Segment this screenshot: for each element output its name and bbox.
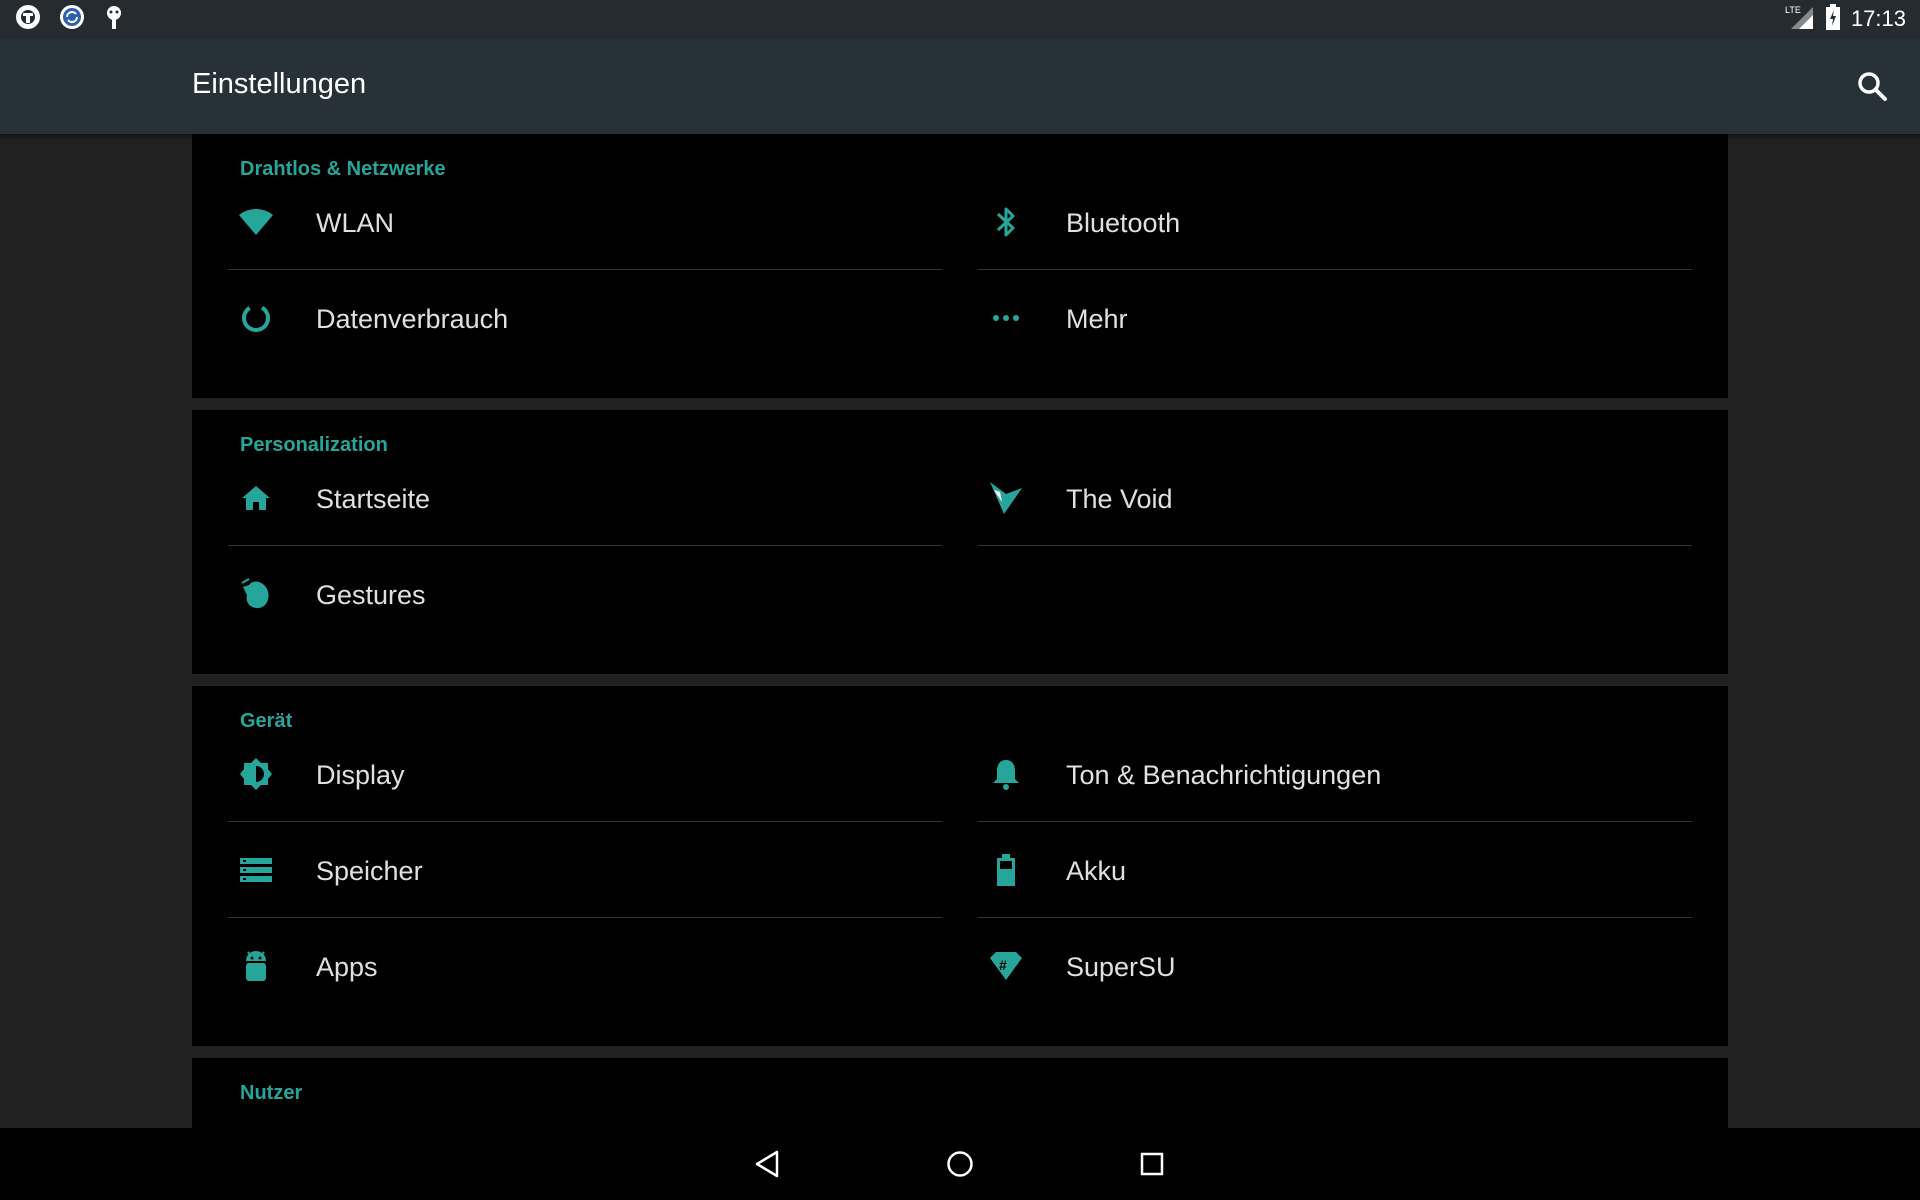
settings-item-gestures[interactable]: Gestures	[228, 546, 942, 642]
settings-item-supersu[interactable]: # SuperSU	[978, 918, 1692, 1014]
gestures-icon	[238, 576, 274, 612]
navigation-bar	[0, 1128, 1920, 1200]
storage-icon	[238, 852, 274, 888]
settings-item-more[interactable]: Mehr	[978, 270, 1692, 366]
settings-item-bluetooth[interactable]: Bluetooth	[978, 174, 1692, 270]
signal-icon: LTE	[1785, 3, 1815, 36]
bell-icon	[988, 756, 1024, 792]
android-icon	[238, 948, 274, 984]
notification-app-icon	[14, 3, 42, 36]
home-nav-button[interactable]	[936, 1140, 984, 1188]
settings-item-apps[interactable]: Apps	[228, 918, 942, 1014]
battery-icon	[988, 852, 1024, 888]
data-usage-icon	[238, 300, 274, 336]
status-time: 17:13	[1850, 6, 1906, 31]
settings-item-label: Ton & Benachrichtigungen	[1066, 760, 1382, 790]
bluetooth-icon	[988, 204, 1024, 240]
settings-item-label: Gestures	[316, 580, 426, 610]
settings-item-label: Mehr	[1066, 304, 1128, 334]
settings-item-label: Startseite	[316, 484, 431, 514]
network-label: LTE	[1785, 5, 1801, 15]
settings-list[interactable]: Drahtlos & Netzwerke WLAN Bluetooth Date…	[0, 134, 1920, 1128]
settings-item-label: Display	[316, 760, 405, 790]
page-title: Einstellungen	[192, 68, 367, 100]
search-button[interactable]	[1848, 62, 1896, 110]
settings-item-battery[interactable]: Akku	[978, 822, 1692, 918]
svg-text:#: #	[999, 957, 1007, 973]
section-device: Gerät Display Ton & Benachrichtigungen S…	[192, 686, 1728, 1046]
back-icon	[755, 1150, 779, 1178]
settings-item-the-void[interactable]: The Void	[978, 450, 1692, 546]
settings-item-label: Speicher	[316, 856, 423, 886]
settings-item-wlan[interactable]: WLAN	[228, 174, 942, 270]
status-bar-system: LTE 17:13	[1785, 3, 1920, 36]
battery-status-icon	[1825, 3, 1841, 35]
back-button[interactable]	[744, 1140, 792, 1188]
recents-icon	[1140, 1152, 1164, 1176]
supersu-icon: #	[988, 948, 1024, 984]
settings-item-label: Datenverbrauch	[316, 304, 509, 334]
settings-item-sound-notifications[interactable]: Ton & Benachrichtigungen	[978, 726, 1692, 822]
sync-app-icon	[58, 3, 86, 36]
section-title: Nutzer	[240, 1082, 303, 1104]
settings-item-label: The Void	[1066, 484, 1173, 514]
status-bar: LTE 17:13	[0, 0, 1920, 38]
app-bar: Einstellungen	[0, 38, 1920, 134]
settings-item-label: Apps	[316, 952, 378, 982]
section-personalization: Personalization Startseite The Void Gest…	[192, 410, 1728, 674]
status-bar-notifications	[0, 3, 126, 36]
more-icon	[988, 300, 1024, 336]
settings-item-storage[interactable]: Speicher	[228, 822, 942, 918]
settings-item-data-usage[interactable]: Datenverbrauch	[228, 270, 942, 366]
home-nav-icon	[947, 1151, 973, 1177]
section-users: Nutzer	[192, 1058, 1728, 1128]
settings-item-label: Bluetooth	[1066, 208, 1181, 238]
section-wireless-networks: Drahtlos & Netzwerke WLAN Bluetooth Date…	[192, 134, 1728, 398]
settings-item-display[interactable]: Display	[228, 726, 942, 822]
wifi-icon	[238, 204, 274, 240]
brightness-icon	[238, 756, 274, 792]
recents-button[interactable]	[1128, 1140, 1176, 1188]
settings-item-startseite[interactable]: Startseite	[228, 450, 942, 546]
settings-item-label: SuperSU	[1066, 952, 1176, 982]
the-void-icon	[988, 480, 1024, 516]
settings-item-label: Akku	[1066, 856, 1127, 886]
search-icon	[1858, 72, 1887, 101]
settings-item-label: WLAN	[316, 208, 395, 238]
android-debug-icon	[102, 3, 126, 36]
home-icon	[238, 480, 274, 516]
